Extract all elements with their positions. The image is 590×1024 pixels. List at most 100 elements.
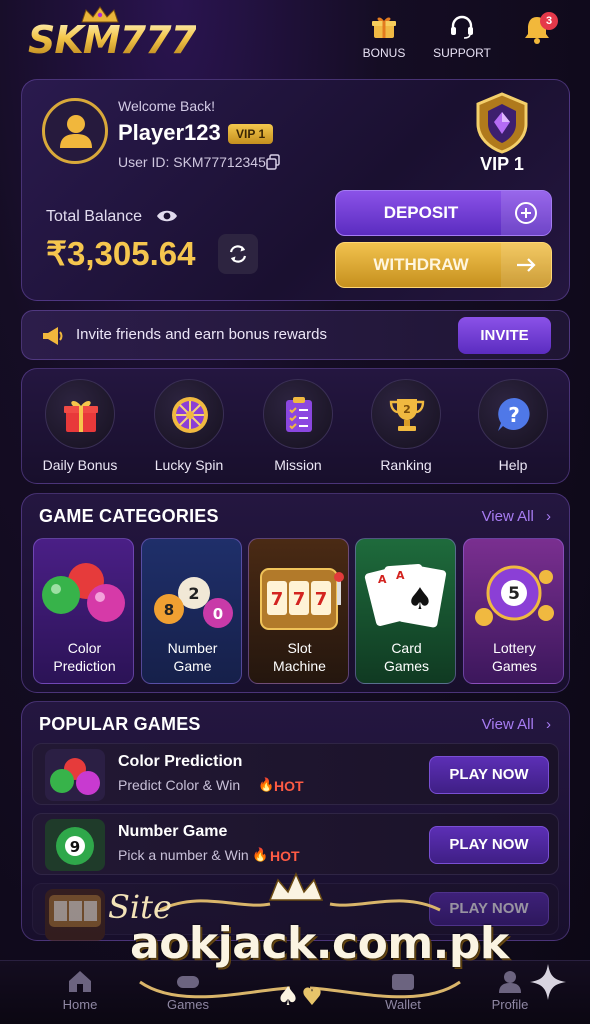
quick-label: Mission [274, 457, 322, 473]
app-header: SKM777 BONUS SUPPORT 3 [0, 0, 590, 78]
hot-badge: HOT [270, 848, 300, 864]
plus-circle-icon [515, 202, 537, 224]
invite-text: Invite friends and earn bonus rewards [76, 326, 327, 343]
avatar[interactable] [42, 98, 108, 164]
wheel-icon [172, 397, 208, 433]
help-icon: ? [498, 398, 530, 431]
checklist-icon [286, 397, 312, 432]
category-number-game[interactable]: 2 8 0 Number Game [141, 538, 242, 684]
category-color-prediction[interactable]: Color Prediction [33, 538, 134, 684]
notification-badge: 3 [540, 12, 558, 30]
game-title: Color Prediction [118, 753, 243, 770]
section-title: POPULAR GAMES [39, 714, 201, 734]
category-slot-machine[interactable]: 7 7 7 Slot Machine [248, 538, 349, 684]
invite-button[interactable]: INVITE [458, 317, 551, 354]
refresh-icon [229, 245, 247, 263]
number-balls-icon: 2 8 0 [154, 577, 233, 628]
withdraw-label: WITHDRAW [373, 255, 469, 274]
vip-chip: VIP 1 [228, 124, 274, 144]
game-categories-section: GAME CATEGORIES View All › Color Predict… [21, 493, 570, 693]
account-card: Welcome Back! Player123 VIP 1 User ID: S… [21, 79, 570, 301]
deposit-label: DEPOSIT [383, 203, 459, 222]
popular-game-row[interactable]: Color Prediction Predict Color & Win 🔥 H… [32, 743, 559, 805]
category-label-line2: Games [491, 658, 538, 674]
profile-icon [499, 971, 521, 993]
lottery-ball-icon: 5 [475, 565, 554, 626]
chevron-right-icon: › [546, 508, 551, 525]
game-thumbnail: 9 [45, 819, 105, 871]
category-label-line2: Game [173, 658, 212, 674]
play-now-button[interactable]: PLAY NOW [429, 826, 549, 864]
svg-text:8: 8 [164, 601, 174, 619]
game-thumbnail [45, 889, 105, 941]
view-all-label: View All [481, 716, 534, 733]
game-title: Number Game [118, 823, 228, 840]
welcome-text: Welcome Back! [118, 98, 215, 114]
game-thumbnail [45, 749, 105, 801]
quick-label: Daily Bonus [42, 457, 118, 473]
player-name: Player123 [118, 120, 221, 145]
quick-label: Lucky Spin [154, 457, 224, 473]
svg-text:0: 0 [213, 605, 223, 623]
view-all-link[interactable]: View All › [482, 508, 551, 525]
bonus-label: BONUS [362, 46, 406, 60]
slot-machine-icon [49, 895, 101, 927]
app-logo[interactable]: SKM777 [28, 18, 197, 62]
fire-icon: 🔥 [252, 847, 269, 862]
quick-mission[interactable]: Mission [248, 379, 348, 473]
svg-text:5: 5 [508, 584, 520, 604]
svg-text:?: ? [508, 403, 520, 427]
vip-shield-icon [476, 92, 528, 154]
withdraw-button[interactable]: WITHDRAW [335, 242, 552, 288]
hot-badge: HOT [274, 778, 304, 794]
svg-text:♠: ♠ [407, 582, 434, 617]
view-all-link[interactable]: View All › [482, 716, 551, 733]
megaphone-icon [43, 327, 63, 345]
section-title: GAME CATEGORIES [39, 506, 219, 526]
arrow-right-icon [517, 258, 536, 272]
category-label-line1: Card [391, 640, 422, 656]
home-icon [69, 971, 91, 992]
gift-icon [64, 401, 98, 432]
vip-level: VIP 1 [480, 154, 524, 174]
popular-game-row[interactable]: 9 Number Game Pick a number & Win 🔥 HOT … [32, 813, 559, 875]
deposit-button[interactable]: DEPOSIT [335, 190, 552, 236]
category-label-line2: Games [383, 658, 430, 674]
fire-icon: 🔥 [258, 777, 275, 792]
support-label: SUPPORT [433, 46, 491, 60]
category-label-line1: Color [67, 640, 102, 656]
refresh-button[interactable] [218, 234, 258, 274]
gift-icon [372, 17, 396, 38]
svg-text:7: 7 [315, 589, 328, 610]
watermark-domain: aokjack.com.pk [130, 918, 509, 969]
svg-text:♠: ♠ [276, 982, 299, 1012]
quick-help[interactable]: ? Help [463, 379, 563, 473]
svg-text:A: A [378, 573, 387, 586]
category-label-line2: Prediction [53, 658, 116, 674]
quick-actions: Daily Bonus Lucky Spin Mission 2 Ranking… [21, 368, 570, 484]
category-label-line2: Machine [273, 658, 326, 674]
quick-daily-bonus[interactable]: Daily Bonus [30, 379, 130, 473]
category-label-line1: Slot [287, 640, 312, 656]
bonus-button[interactable]: BONUS [352, 14, 416, 60]
eye-icon[interactable] [156, 208, 178, 224]
svg-text:7: 7 [293, 589, 306, 610]
balance-label: Total Balance [46, 208, 143, 225]
category-card-games[interactable]: A A ♠ Card Games [355, 538, 456, 684]
quick-label: Help [498, 457, 528, 473]
color-balls-icon [42, 563, 125, 622]
svg-text:A: A [396, 569, 405, 582]
chevron-right-icon: › [546, 716, 551, 733]
user-icon [60, 115, 92, 148]
quick-ranking[interactable]: 2 Ranking [356, 379, 456, 473]
play-now-button[interactable]: PLAY NOW [429, 756, 549, 794]
svg-text:9: 9 [70, 838, 80, 856]
playing-cards-icon: A A ♠ [364, 564, 447, 628]
category-lottery-games[interactable]: 5 Lottery Games [463, 538, 564, 684]
support-button[interactable]: SUPPORT [430, 14, 494, 60]
svg-text:2: 2 [403, 403, 411, 416]
watermark: ♠ ♥ Site aokjack.com.pk [100, 870, 509, 1020]
game-subtitle: Predict Color & Win [118, 777, 241, 793]
quick-lucky-spin[interactable]: Lucky Spin [139, 379, 239, 473]
copy-icon[interactable] [265, 154, 281, 170]
